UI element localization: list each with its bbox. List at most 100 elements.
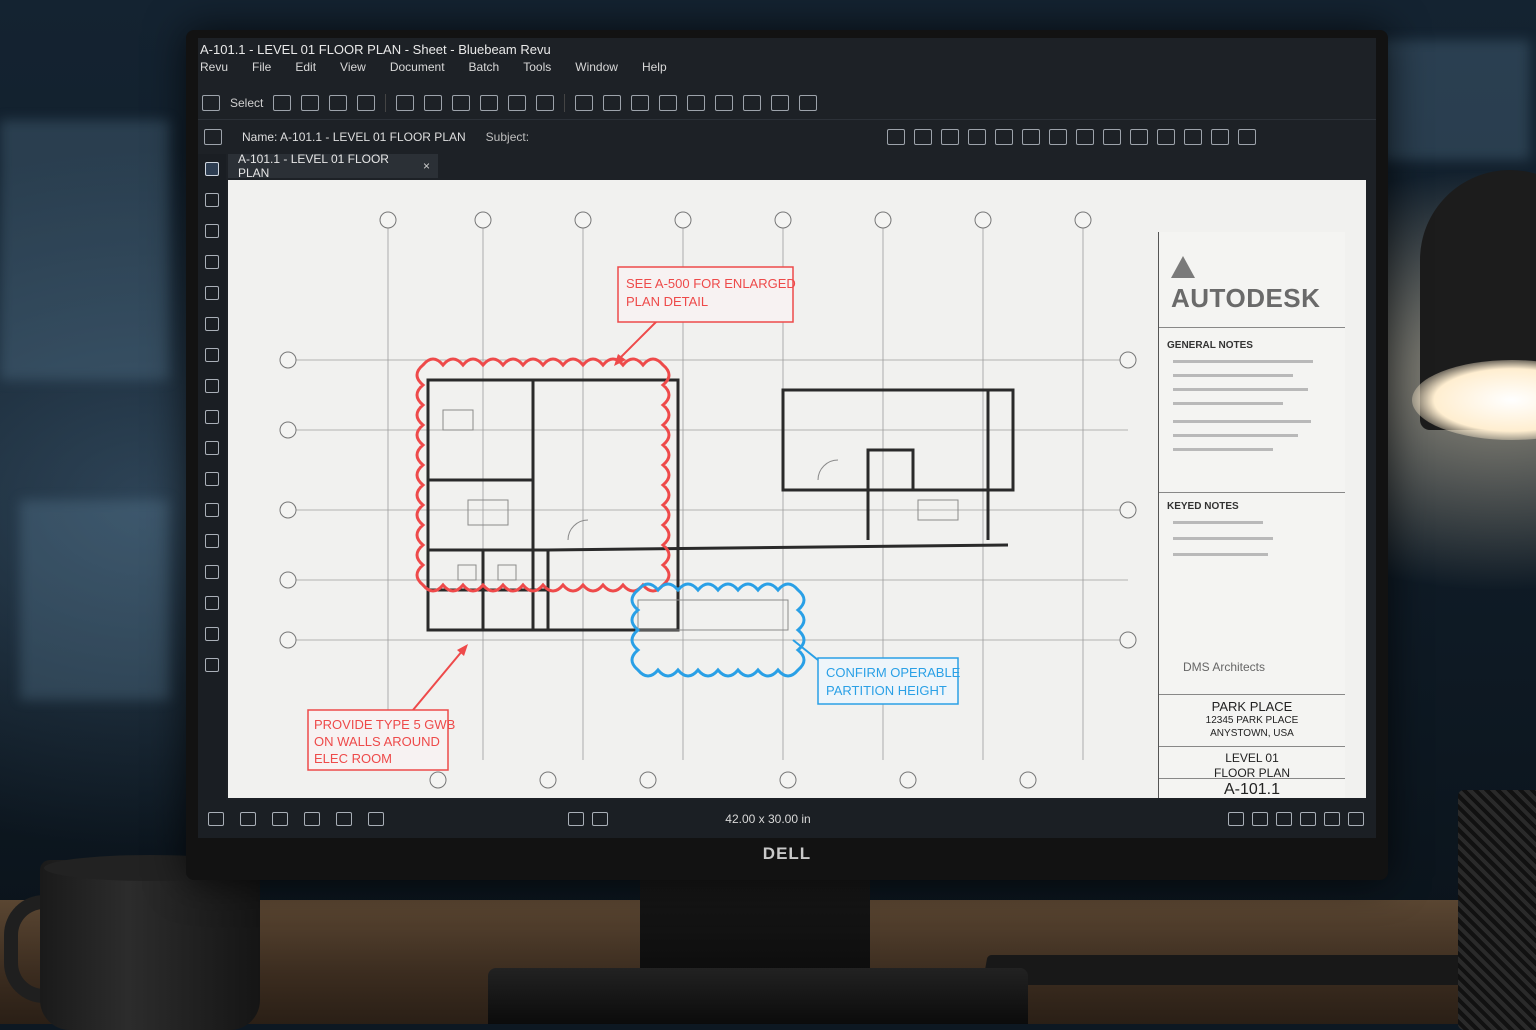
highlight-tool-icon[interactable] [687, 94, 706, 111]
opacity-icon[interactable] [1157, 129, 1175, 145]
revision-cloud-red[interactable] [415, 357, 671, 593]
pan-tool-icon[interactable] [273, 94, 292, 111]
underline-icon[interactable] [968, 129, 986, 145]
properties-icon[interactable] [204, 129, 222, 145]
project-city: ANYSTOWN, USA [1210, 728, 1294, 739]
italic-icon[interactable] [941, 129, 959, 145]
lock-icon[interactable] [1238, 129, 1256, 145]
snap-icon[interactable] [240, 812, 256, 826]
count-tool-icon[interactable] [659, 94, 678, 111]
markup-tool-icon[interactable] [357, 94, 376, 111]
fill-color-icon[interactable] [1103, 129, 1121, 145]
menu-revu[interactable]: Revu [200, 60, 228, 80]
main-toolbar: Select [198, 86, 1376, 120]
thumbnails-panel-icon[interactable] [205, 162, 219, 176]
polygon-tool-icon[interactable] [743, 94, 762, 111]
measure-tool-icon[interactable] [603, 94, 622, 111]
line-style-icon[interactable] [1184, 129, 1202, 145]
bold-icon[interactable] [914, 129, 932, 145]
zoom-tool-icon[interactable] [329, 94, 348, 111]
close-tab-icon[interactable]: × [423, 159, 430, 173]
align-right-icon[interactable] [1049, 129, 1067, 145]
general-notes-block: GENERAL NOTES [1159, 327, 1345, 477]
line-tool-icon[interactable] [480, 94, 499, 111]
select-tool-icon[interactable] [202, 94, 220, 111]
font-icon[interactable] [887, 129, 905, 145]
tool-chest-panel-icon[interactable] [205, 317, 219, 331]
links-panel-icon[interactable] [205, 441, 219, 455]
select-tool-label[interactable]: Select [230, 96, 263, 110]
note-line [1173, 420, 1311, 423]
next-page-icon[interactable] [1228, 812, 1244, 826]
markup-name-field[interactable]: Name: A-101.1 - LEVEL 01 FLOOR PLAN [242, 130, 466, 144]
compare-panel-icon[interactable] [205, 596, 219, 610]
sheet-number-block: A-101.1 [1159, 778, 1345, 798]
sheet-title-line1: LEVEL 01 [1225, 751, 1279, 765]
rectangle-tool-icon[interactable] [536, 94, 555, 111]
menu-view[interactable]: View [340, 60, 366, 80]
sets-panel-icon[interactable] [205, 565, 219, 579]
keyboard [982, 955, 1508, 985]
continuous-icon[interactable] [1300, 812, 1316, 826]
reuse-icon[interactable] [336, 812, 352, 826]
sheet-number: A-101.1 [1223, 781, 1281, 798]
bookmarks-panel-icon[interactable] [205, 193, 219, 207]
callout-tool-icon[interactable] [424, 94, 443, 111]
layers-panel-icon[interactable] [205, 286, 219, 300]
cloud-tool-icon[interactable] [452, 94, 471, 111]
text-tool-icon[interactable] [396, 94, 415, 111]
window-glow [0, 120, 170, 380]
snapshot-tool-icon[interactable] [301, 94, 320, 111]
fit-page-icon[interactable] [1348, 812, 1364, 826]
menu-file[interactable]: File [252, 60, 271, 80]
line-color-icon[interactable] [1076, 129, 1094, 145]
eraser-tool-icon[interactable] [799, 94, 818, 111]
menu-document[interactable]: Document [390, 60, 445, 80]
menu-bar: Revu File Edit View Document Batch Tools… [198, 60, 1376, 80]
status-tools-left [198, 812, 384, 826]
ellipse-tool-icon[interactable] [771, 94, 790, 111]
monitor-base [488, 968, 1028, 1024]
attachments-panel-icon[interactable] [205, 627, 219, 641]
menu-help[interactable]: Help [642, 60, 667, 80]
callout2-line2: ON WALLS AROUND [314, 734, 440, 749]
single-page-icon[interactable] [1276, 812, 1292, 826]
arrowhead-icon[interactable] [1211, 129, 1229, 145]
menu-tools[interactable]: Tools [523, 60, 551, 80]
spaces-panel-icon[interactable] [205, 503, 219, 517]
document-tab-bar: A-101.1 - LEVEL 01 FLOOR PLAN × [228, 152, 1368, 180]
arrow-tool-icon[interactable] [508, 94, 527, 111]
document-tab[interactable]: A-101.1 - LEVEL 01 FLOOR PLAN × [228, 152, 438, 180]
markup-subject-field[interactable]: Subject: [486, 130, 529, 144]
line-width-icon[interactable] [1130, 129, 1148, 145]
pen-tool-icon[interactable] [715, 94, 734, 111]
measurements-panel-icon[interactable] [205, 472, 219, 486]
signatures-panel-icon[interactable] [205, 410, 219, 424]
align-left-icon[interactable] [995, 129, 1013, 145]
stamp-tool-icon[interactable] [575, 94, 594, 111]
last-page-icon[interactable] [1252, 812, 1268, 826]
markups-list-panel-icon[interactable] [205, 658, 219, 672]
markup-icon[interactable] [304, 812, 320, 826]
sheet-title-block: LEVEL 01 FLOOR PLAN [1159, 746, 1345, 782]
menu-window[interactable]: Window [575, 60, 618, 80]
note-line [1173, 360, 1313, 363]
left-panel-bar [198, 154, 226, 802]
search-panel-icon[interactable] [205, 348, 219, 362]
forms-panel-icon[interactable] [205, 534, 219, 548]
file-access-panel-icon[interactable] [205, 224, 219, 238]
area-tool-icon[interactable] [631, 94, 650, 111]
menu-batch[interactable]: Batch [469, 60, 500, 80]
studio-panel-icon[interactable] [205, 379, 219, 393]
menu-edit[interactable]: Edit [295, 60, 316, 80]
first-page-icon[interactable] [568, 812, 584, 826]
grid-icon[interactable] [208, 812, 224, 826]
split-view-icon[interactable] [1324, 812, 1340, 826]
align-center-icon[interactable] [1022, 129, 1040, 145]
content-icon[interactable] [272, 812, 288, 826]
prev-page-icon[interactable] [592, 812, 608, 826]
drawing-canvas[interactable]: SEE A-500 FOR ENLARGED PLAN DETAIL PROVI… [228, 180, 1366, 798]
sync-icon[interactable] [368, 812, 384, 826]
document-tab-label: A-101.1 - LEVEL 01 FLOOR PLAN [238, 152, 389, 180]
properties-panel-icon[interactable] [205, 255, 219, 269]
